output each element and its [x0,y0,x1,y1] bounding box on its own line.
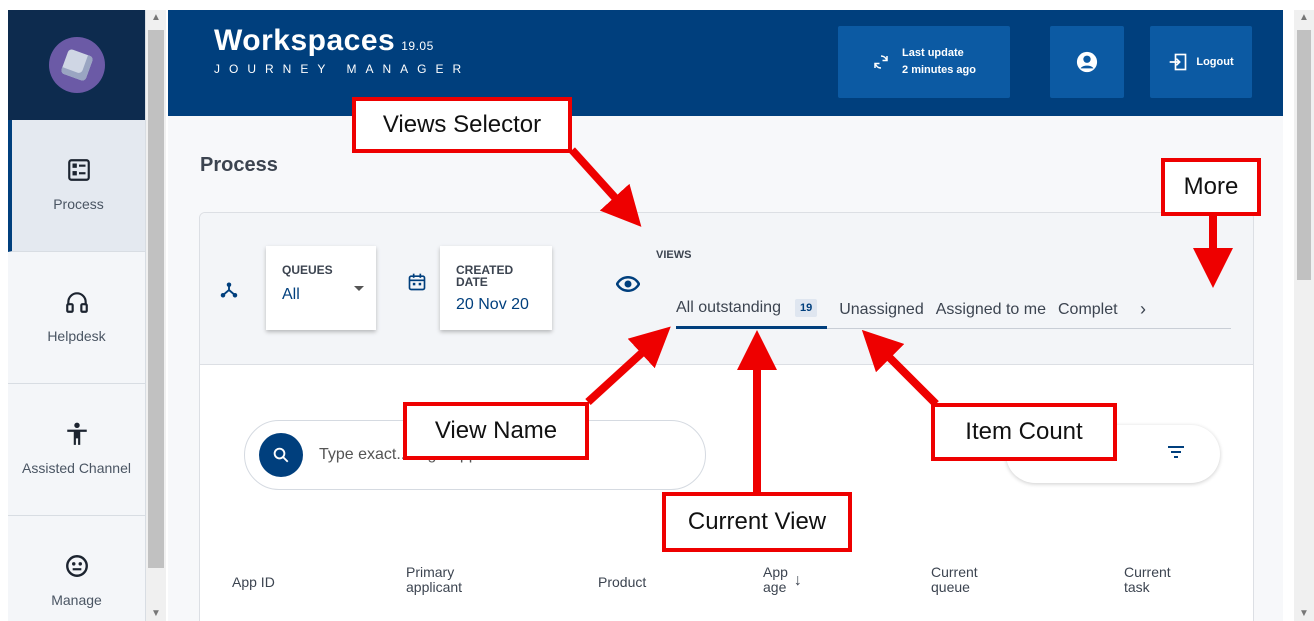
column-label: App ID [232,574,275,590]
search-button[interactable] [259,433,303,477]
filter-icon [1168,446,1184,458]
scroll-down-icon[interactable]: ▼ [151,608,161,619]
refresh-icon [874,55,888,69]
column-header-app-age[interactable]: App age ↓ [763,565,802,595]
app-header: Workspaces 19.05 JOURNEY MANAGER Last upd… [168,10,1283,116]
queues-label: QUEUES [282,263,333,277]
current-view-callout: Current View [662,492,852,552]
logo-circle [48,37,105,93]
brand: Workspaces 19.05 JOURNEY MANAGER [214,24,470,76]
created-date-value: 20 Nov 20 [456,296,529,313]
column-label: age [763,579,787,595]
column-label: Product [598,574,647,590]
item-count-callout: Item Count [931,403,1117,461]
sidebar-item-process[interactable]: Process [8,120,145,252]
search-icon [273,447,289,463]
column-header-app-id[interactable]: App ID [232,575,275,590]
sidebar-item-label: Helpdesk [47,327,106,344]
scrollbar-thumb[interactable] [148,30,164,568]
app-title-text: Workspaces [214,24,396,57]
column-header-current-queue[interactable]: Current queue [931,565,978,595]
view-name-callout: View Name [403,402,589,460]
queues-icon [220,282,238,298]
app-logo[interactable] [8,10,145,120]
created-date-label-line2: DATE [456,275,488,289]
headset-icon [65,291,88,313]
last-update-label: Last update [902,47,964,59]
filter-bar: QUEUES All CREATED DATE 20 Nov 20 VIEWS [200,213,1253,365]
logout-button[interactable]: Logout [1150,26,1252,98]
manage-icon [65,554,88,577]
column-label: Current [1124,564,1171,580]
views-label: VIEWS [656,249,692,261]
process-icon [67,158,90,181]
user-icon [1076,51,1098,73]
sidebar: Process Helpdesk Assisted Channel Manage [8,10,146,621]
views-tabs: All outstanding 19 Unassigned Assigned t… [676,291,1231,329]
more-callout: More [1161,158,1261,216]
accessibility-icon [66,422,87,445]
page-title: Process [200,154,278,176]
tab-assigned-to-me[interactable]: Assigned to me [936,291,1046,329]
column-label: task [1124,579,1150,595]
cube-icon [59,48,94,82]
scroll-down-icon[interactable]: ▼ [1299,608,1309,619]
column-header-product[interactable]: Product [598,575,646,590]
column-label: queue [931,579,970,595]
views-selector-callout: Views Selector [352,97,572,153]
tab-unassigned[interactable]: Unassigned [839,291,924,329]
tab-completed[interactable]: Complet [1058,291,1134,329]
last-update-text: Last update 2 minutes ago [902,45,976,79]
page-scrollbar[interactable]: ▲ ▼ [1294,10,1314,621]
last-update-button[interactable]: Last update 2 minutes ago [838,26,1010,98]
column-label: App [763,564,788,580]
column-label: Current [931,564,978,580]
logout-label: Logout [1196,56,1234,68]
sidebar-item-label: Manage [51,591,102,608]
sidebar-item-assisted-channel[interactable]: Assisted Channel [8,384,145,516]
scrollbar-thumb[interactable] [1297,30,1311,280]
page: Process Helpdesk Assisted Channel Manage… [0,0,1314,621]
logout-icon [1170,53,1187,71]
created-date-label: CREATED DATE [456,264,536,288]
column-label: Primary [406,564,455,580]
item-count-badge: 19 [794,299,818,317]
calendar-icon [408,273,426,291]
last-update-value: 2 minutes ago [902,64,976,76]
column-header-primary-applicant[interactable]: Primary applicant [406,565,462,595]
chevron-down-icon [354,286,364,291]
scroll-up-icon[interactable]: ▲ [151,12,161,23]
chevron-right-icon[interactable]: › [1140,299,1154,320]
app-version: 19.05 [401,39,434,53]
sidebar-item-label: Process [53,195,104,212]
scroll-up-icon[interactable]: ▲ [1299,12,1309,23]
app-title: Workspaces 19.05 [214,24,470,58]
sidebar-item-helpdesk[interactable]: Helpdesk [8,252,145,384]
column-header-current-task[interactable]: Current task [1124,565,1171,595]
tab-all-outstanding[interactable]: All outstanding 19 [676,291,828,329]
app-subtitle: JOURNEY MANAGER [214,62,471,76]
created-date-picker[interactable]: CREATED DATE 20 Nov 20 [440,246,552,330]
tab-label: All outstanding [676,299,781,316]
sidebar-scrollbar[interactable]: ▲ ▼ [146,10,166,621]
sort-down-icon[interactable]: ↓ [794,572,802,588]
queues-dropdown[interactable]: QUEUES All [266,246,376,330]
sidebar-item-label: Assisted Channel [22,459,131,476]
column-label: applicant [406,579,463,595]
queues-value: All [282,286,300,303]
eye-icon [616,276,640,292]
user-profile-button[interactable] [1050,26,1124,98]
sidebar-item-manage[interactable]: Manage [8,516,145,621]
